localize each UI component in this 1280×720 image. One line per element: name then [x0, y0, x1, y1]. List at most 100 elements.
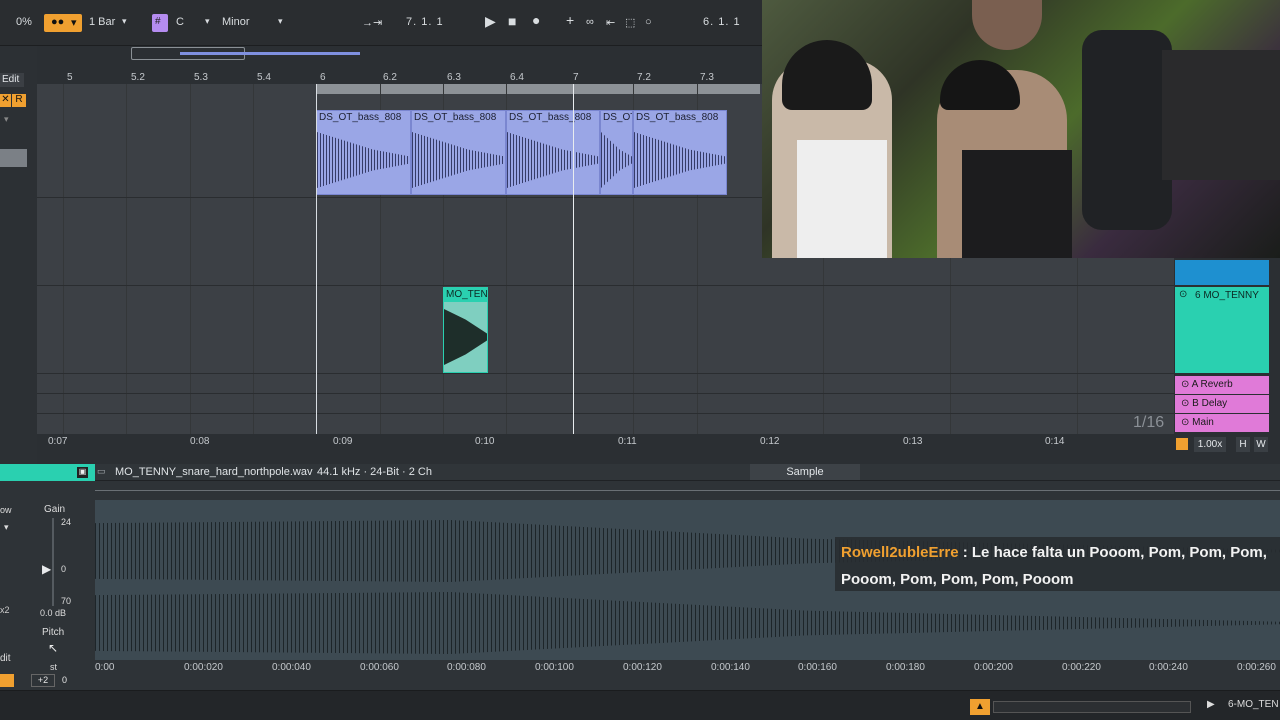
bar-tick: 5.3: [194, 72, 208, 83]
warp-toggle[interactable]: [0, 674, 14, 687]
chair: [1082, 30, 1172, 230]
fold-icon[interactable]: ⊙: [1179, 289, 1187, 300]
warning-icon[interactable]: ▲: [970, 699, 990, 715]
stop-icon[interactable]: ■: [508, 13, 516, 29]
metronome-button[interactable]: ●● ▾: [44, 14, 82, 32]
sample-time-tick: 0:00:040: [272, 662, 311, 673]
track-name: 6 MO_TENNY: [1195, 290, 1259, 301]
audio-clip[interactable]: DS_OT_bass_808: [316, 110, 411, 195]
circle-icon[interactable]: ○: [645, 16, 652, 28]
key-chevron-icon[interactable]: ▾: [205, 16, 210, 27]
sample-tab[interactable]: Sample: [750, 464, 860, 480]
track-header-6[interactable]: ⊙ 6 MO_TENNY: [1175, 287, 1269, 373]
overview-clips: [180, 52, 360, 55]
h-button[interactable]: H: [1236, 437, 1250, 452]
wave-file-icon: ▭: [97, 466, 106, 476]
audio-clip[interactable]: DS_OT_bass_808: [411, 110, 506, 195]
person-back: [972, 0, 1042, 50]
fold-icon[interactable]: ⊙: [1181, 417, 1192, 428]
cpu-load-bar: [993, 701, 1191, 713]
bar-tick: 7: [573, 72, 579, 83]
bar-tick: 7.2: [637, 72, 651, 83]
scale-select[interactable]: Minor: [222, 16, 250, 28]
bar-tick: 6.2: [383, 72, 397, 83]
quantize-chevron-icon[interactable]: ▾: [122, 16, 127, 27]
back-arrow-icon[interactable]: ⇤: [606, 16, 615, 29]
w-button[interactable]: W: [1254, 437, 1268, 452]
sample-time-tick: 0:00:160: [798, 662, 837, 673]
meter-icon: [1176, 438, 1188, 450]
gain-label: Gain: [44, 504, 66, 515]
sample-time-tick: 0:00:100: [535, 662, 574, 673]
save-icon[interactable]: ▣: [77, 467, 88, 478]
time-tick: 0:12: [760, 436, 780, 447]
play-icon[interactable]: ▶: [485, 13, 496, 30]
playhead[interactable]: [573, 84, 574, 434]
follow-icon[interactable]: →⇥: [362, 16, 382, 29]
track-color-swatch: [0, 149, 27, 167]
audio-clip[interactable]: DS_OT: [600, 110, 633, 195]
sample-time-tick: 0:00:220: [1062, 662, 1101, 673]
song-position[interactable]: 7. 1. 1: [406, 16, 444, 28]
sample-time-tick: 0:00:240: [1149, 662, 1188, 673]
time-tick: 0:11: [618, 436, 637, 447]
return-b[interactable]: ⊙ B Delay: [1175, 395, 1269, 413]
cpu-meter: 0%: [16, 16, 32, 28]
track-header-blue[interactable]: [1175, 260, 1269, 285]
solo-icon[interactable]: ✕: [0, 94, 11, 107]
tank-top: [797, 140, 887, 258]
time-tick: 0:10: [475, 436, 495, 447]
link-icon[interactable]: ∞: [586, 16, 594, 28]
arm-icon[interactable]: R: [12, 94, 26, 107]
sample-filename: MO_TENNY_snare_hard_northpole.wav: [115, 466, 313, 478]
add-icon[interactable]: +: [566, 12, 574, 28]
black-shirt: [962, 150, 1072, 258]
bar-tick: 6.4: [510, 72, 524, 83]
loop-start[interactable]: 6. 1. 1: [703, 16, 741, 28]
main-track[interactable]: ⊙ Main: [1175, 414, 1269, 432]
loop-icon[interactable]: ⬚: [625, 16, 635, 29]
pitch-cents[interactable]: 0: [62, 675, 67, 685]
audio-clip[interactable]: DS_OT_bass_808: [633, 110, 727, 195]
mixer-edge: [1270, 287, 1280, 433]
overview-bar[interactable]: ×: [0, 46, 762, 70]
time-tick: 0:08: [190, 436, 210, 447]
dropdown-chevron-icon[interactable]: ▾: [4, 522, 9, 533]
sample-time-tick: 0:00: [95, 662, 115, 673]
play-small-icon[interactable]: ▶: [1207, 699, 1215, 710]
return-a[interactable]: ⊙ A Reverb: [1175, 376, 1269, 394]
selected-track-name: 6-MO_TEN: [1228, 699, 1279, 710]
cap-right: [940, 60, 1020, 110]
key-select[interactable]: C: [176, 16, 184, 28]
audio-clip[interactable]: DS_OT_bass_808: [506, 110, 600, 195]
quantize-select[interactable]: 1 Bar: [89, 16, 115, 28]
sample-ruler[interactable]: [95, 482, 1280, 500]
bar-tick: 5: [67, 72, 73, 83]
sample-format: 44.1 kHz · 24-Bit · 2 Ch: [317, 466, 432, 478]
scale-mode-icon[interactable]: #: [152, 14, 168, 32]
record-icon[interactable]: ●: [532, 12, 540, 28]
pitch-semitones[interactable]: +2: [31, 674, 55, 687]
gain-fader-thumb[interactable]: ▶: [42, 562, 51, 576]
fold-chevron-icon[interactable]: ▾: [4, 114, 9, 125]
sample-time-tick: 0:00:260: [1237, 662, 1276, 673]
bar-tick: 6.3: [447, 72, 461, 83]
clip-color-bar: ▣: [0, 464, 95, 481]
left-label: x2: [0, 605, 10, 615]
cap-left: [782, 40, 872, 110]
time-tick: 0:14: [1045, 436, 1065, 447]
zoom-value[interactable]: 1.00x: [1194, 437, 1226, 452]
gain-fader-track[interactable]: [52, 518, 54, 606]
fold-icon[interactable]: ⊙: [1181, 398, 1192, 409]
time-tick: 0:09: [333, 436, 353, 447]
left-label: dit: [0, 653, 11, 664]
snare-clip[interactable]: MO_TEN: [443, 287, 488, 373]
bar-tick: 6: [320, 72, 326, 83]
bar-tick: 5.2: [131, 72, 145, 83]
bar-tick: 7.3: [700, 72, 714, 83]
scale-chevron-icon[interactable]: ▾: [278, 16, 283, 27]
gain-mid: 0: [61, 564, 67, 574]
edit-button[interactable]: Edit: [0, 73, 24, 87]
fold-icon[interactable]: ⊙: [1181, 379, 1192, 390]
loop-brace[interactable]: [317, 84, 760, 94]
